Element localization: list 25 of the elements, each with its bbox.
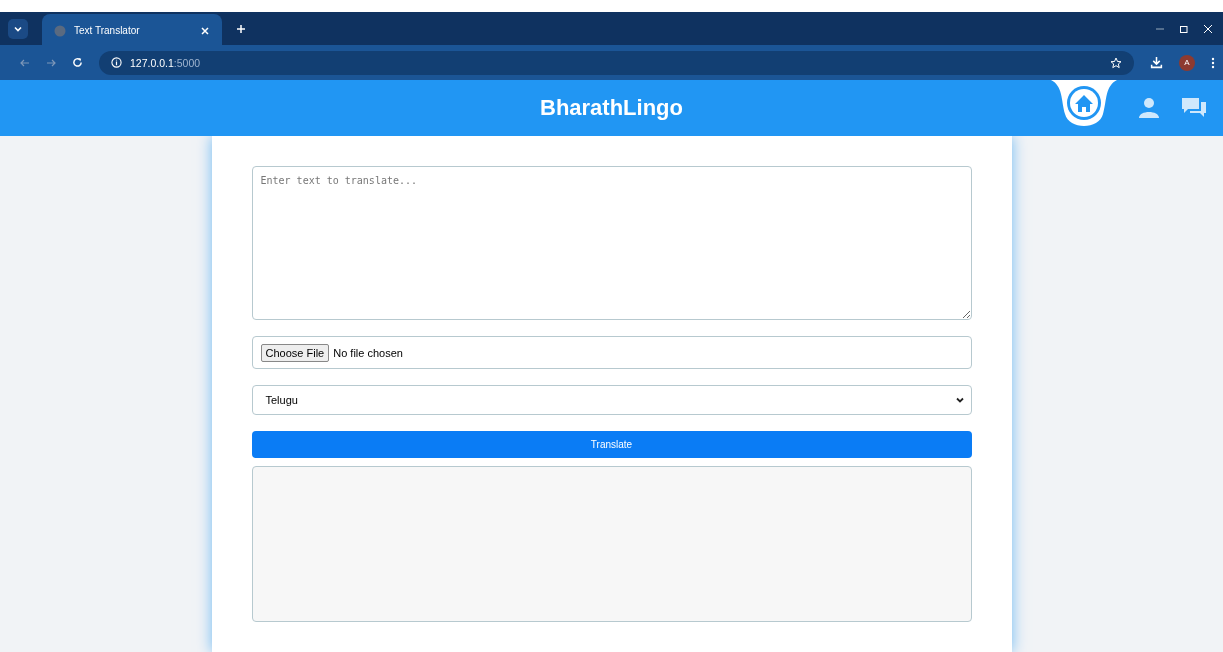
- download-icon[interactable]: [1150, 56, 1163, 69]
- globe-icon: [54, 24, 66, 37]
- profile-avatar[interactable]: A: [1179, 54, 1195, 71]
- tab-search-button[interactable]: [8, 18, 28, 39]
- new-tab-icon[interactable]: [236, 23, 246, 34]
- text-input[interactable]: Enter text to translate...: [251, 166, 972, 321]
- translate-button[interactable]: Translate: [251, 430, 972, 459]
- back-icon[interactable]: [20, 57, 30, 68]
- reload-icon[interactable]: [72, 57, 83, 68]
- restore-icon[interactable]: [1179, 23, 1189, 34]
- info-icon: [111, 57, 122, 68]
- language-select[interactable]: Telugu: [251, 385, 972, 415]
- file-input[interactable]: Choose File No file chosen: [251, 336, 972, 370]
- tab-title: Text Translator: [74, 25, 141, 36]
- star-icon[interactable]: [1110, 56, 1122, 69]
- close-icon[interactable]: [200, 25, 210, 36]
- forward-icon[interactable]: [46, 57, 56, 68]
- address-field[interactable]: 127.0.0.1:5000: [99, 50, 1134, 75]
- url-text: 127.0.0.1:5000: [130, 56, 201, 69]
- site-title: BharathLingo: [540, 95, 683, 121]
- menu-icon[interactable]: [1211, 56, 1215, 69]
- file-status: No file chosen: [333, 346, 403, 359]
- close-icon[interactable]: [1203, 23, 1213, 34]
- choose-file-button[interactable]: Choose File: [260, 343, 330, 362]
- browser-tab[interactable]: Text Translator: [42, 14, 222, 47]
